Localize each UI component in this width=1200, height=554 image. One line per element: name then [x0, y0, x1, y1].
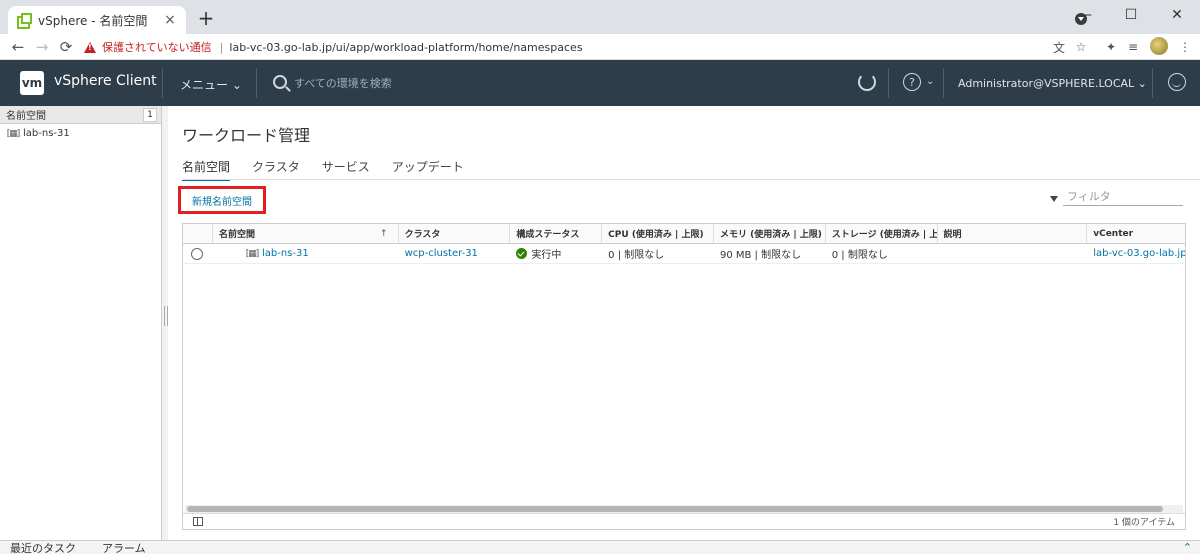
- user-avatar[interactable]: [1150, 37, 1168, 55]
- inventory-count-badge: 1: [143, 108, 157, 122]
- new-tab-button[interactable]: +: [196, 8, 216, 28]
- column-header-description[interactable]: 説明: [938, 224, 1088, 243]
- column-header-namespace[interactable]: 名前空間 ↑: [213, 224, 399, 243]
- scrollbar-thumb[interactable]: [187, 506, 1163, 512]
- filter-input[interactable]: [1063, 188, 1183, 206]
- cluster-link[interactable]: wcp-cluster-31: [405, 248, 478, 259]
- namespace-icon: [▦]: [6, 128, 21, 139]
- inventory-pane: 名前空間 1 [▦] lab-ns-31: [0, 106, 162, 540]
- tab-services[interactable]: サービス: [322, 158, 370, 181]
- browser-menu-icon[interactable]: ⋮: [1176, 38, 1194, 56]
- address-bar[interactable]: 保護されていない通信 | lab-vc-03.go-lab.jp/ui/app/…: [84, 37, 1099, 57]
- tree-item-namespace[interactable]: [▦] lab-ns-31: [0, 124, 161, 139]
- search-icon: [273, 75, 287, 89]
- namespace-icon: [▦]: [245, 248, 260, 259]
- address-separator: |: [219, 40, 224, 54]
- column-header-memory[interactable]: メモリ (使用済み | 上限): [714, 224, 826, 243]
- row-select-cell: [183, 244, 213, 263]
- alarms-tab[interactable]: アラーム: [102, 540, 146, 554]
- expand-panel-icon[interactable]: ⌃: [1183, 541, 1192, 554]
- row-select-radio[interactable]: [191, 247, 203, 260]
- header-divider: [888, 68, 889, 98]
- tab-close-icon[interactable]: ×: [162, 12, 178, 28]
- warning-icon: [84, 41, 96, 53]
- help-caret-icon[interactable]: ⌄: [926, 76, 934, 87]
- main-menu-button[interactable]: メニュー ⌄: [180, 76, 242, 93]
- column-header-vcenter[interactable]: vCenter: [1087, 224, 1185, 243]
- namespace-grid: 名前空間 ↑ クラスタ 構成ステータス CPU (使用済み | 上限) メモリ …: [182, 223, 1186, 530]
- vmware-logo: vm: [20, 71, 44, 95]
- horizontal-scrollbar[interactable]: [185, 505, 1183, 513]
- column-header-cpu[interactable]: CPU (使用済み | 上限): [602, 224, 714, 243]
- bottom-panel-bar: 最近のタスク アラーム ⌃: [0, 540, 1200, 554]
- vsphere-header: vm vSphere Client メニュー ⌄ ? ⌄ Administrat…: [0, 60, 1200, 106]
- memory-cell: 90 MB | 制限なし: [719, 250, 802, 261]
- media-control-icon[interactable]: ≡: [1124, 38, 1142, 56]
- status-ok-icon: [516, 248, 528, 259]
- new-namespace-button[interactable]: 新規名前空間: [178, 186, 266, 214]
- bookmark-star-icon[interactable]: ☆: [1072, 38, 1090, 56]
- tree-item-label: lab-ns-31: [23, 128, 70, 139]
- status-cell: 実行中: [510, 244, 602, 263]
- header-divider: [162, 68, 163, 98]
- filter-icon: [1050, 196, 1058, 202]
- item-count: 1 個のアイテム: [1113, 518, 1175, 528]
- namespace-link[interactable]: lab-ns-31: [262, 248, 309, 259]
- tab-clusters[interactable]: クラスタ: [252, 158, 300, 181]
- page-title: ワークロード管理: [182, 126, 311, 145]
- minimize-button[interactable]: —: [1062, 0, 1108, 30]
- main-content: ワークロード管理 名前空間 クラスタ サービス アップデート 新規名前空間 名前…: [168, 106, 1200, 540]
- browser-tab-strip: vSphere - 名前空間 × + — ☐ ✕: [0, 0, 1200, 34]
- refresh-icon[interactable]: [858, 73, 876, 91]
- browser-toolbar: ← → ⟳ 保護されていない通信 | lab-vc-03.go-lab.jp/u…: [0, 34, 1200, 60]
- grid-header: 名前空間 ↑ クラスタ 構成ステータス CPU (使用済み | 上限) メモリ …: [183, 224, 1185, 244]
- tab-updates[interactable]: アップデート: [392, 158, 464, 181]
- table-row[interactable]: [▦] lab-ns-31 wcp-cluster-31 実行中 0 | 制限な…: [183, 244, 1185, 264]
- app-title[interactable]: vSphere Client: [54, 73, 157, 89]
- extensions-icon[interactable]: ✦: [1102, 38, 1120, 56]
- back-button[interactable]: ←: [8, 37, 28, 57]
- content-tabs: 名前空間 クラスタ サービス アップデート: [182, 158, 486, 181]
- cluster-cell: wcp-cluster-31: [399, 244, 511, 263]
- insecure-label[interactable]: 保護されていない通信: [102, 39, 212, 55]
- global-search-input[interactable]: [294, 73, 594, 93]
- column-header-status[interactable]: 構成ステータス: [510, 224, 603, 243]
- help-icon[interactable]: ?: [903, 73, 921, 91]
- translate-icon[interactable]: 文: [1050, 38, 1068, 56]
- recent-tasks-tab[interactable]: 最近のタスク: [10, 540, 76, 554]
- inventory-header-label: 名前空間: [6, 111, 46, 122]
- header-divider: [943, 68, 944, 98]
- tab-title: vSphere - 名前空間: [38, 13, 148, 28]
- reload-button[interactable]: ⟳: [56, 37, 76, 57]
- feedback-smiley-icon[interactable]: [1168, 73, 1186, 91]
- cpu-cell: 0 | 制限なし: [608, 250, 665, 261]
- namespace-cell: [▦] lab-ns-31: [213, 244, 399, 263]
- column-header-storage[interactable]: ストレージ (使用済み | 上: [826, 224, 938, 243]
- url-text[interactable]: lab-vc-03.go-lab.jp/ui/app/workload-plat…: [229, 41, 582, 54]
- user-menu[interactable]: Administrator@VSPHERE.LOCAL ⌄: [958, 77, 1147, 90]
- browser-tab[interactable]: vSphere - 名前空間 ×: [8, 6, 186, 34]
- maximize-button[interactable]: ☐: [1108, 0, 1154, 30]
- header-divider: [1152, 68, 1153, 98]
- tab-namespaces[interactable]: 名前空間: [182, 158, 231, 181]
- column-header-cluster[interactable]: クラスタ: [399, 224, 511, 243]
- close-window-button[interactable]: ✕: [1154, 0, 1200, 30]
- header-divider: [256, 68, 257, 98]
- select-column-header: [183, 224, 213, 243]
- forward-button[interactable]: →: [32, 37, 52, 57]
- storage-cell: 0 | 制限なし: [831, 250, 888, 261]
- column-header-label: 名前空間: [218, 230, 255, 240]
- tabs-underline: [182, 179, 1200, 180]
- vcenter-cell: lab-vc-03.go-lab.jp: [1087, 244, 1185, 263]
- status-text: 実行中: [531, 250, 562, 261]
- grid-footer: 1 個のアイテム: [183, 513, 1185, 529]
- sort-ascending-icon[interactable]: ↑: [380, 229, 388, 239]
- column-toggle-icon[interactable]: [193, 517, 203, 526]
- description-cell: [938, 244, 1088, 263]
- inventory-header: 名前空間 1: [0, 106, 161, 124]
- vcenter-link[interactable]: lab-vc-03.go-lab.jp: [1093, 248, 1185, 259]
- vsphere-favicon-icon: [16, 13, 32, 29]
